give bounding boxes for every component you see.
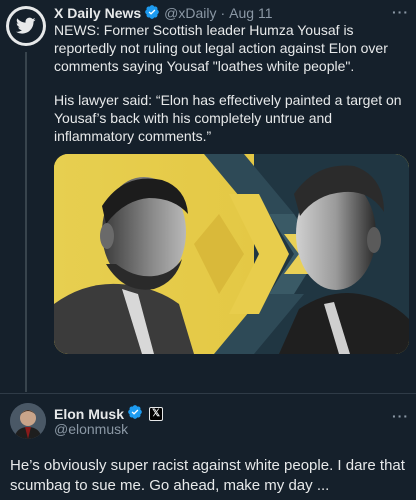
more-options-icon[interactable]: ··· xyxy=(392,4,409,20)
more-options-icon[interactable]: ··· xyxy=(392,408,409,424)
dot-separator: · xyxy=(220,5,226,21)
x-affiliate-badge-icon: 𝕏 xyxy=(149,406,164,421)
post-date[interactable]: Aug 11 xyxy=(229,5,272,21)
elon-musk-avatar[interactable] xyxy=(10,403,46,439)
post-text-2: He’s obviously super racist against whit… xyxy=(10,457,405,494)
author-name[interactable]: X Daily News xyxy=(54,5,141,21)
post-paragraph-2: His lawyer said: “Elon has effectively p… xyxy=(54,92,402,144)
verified-badge-icon xyxy=(127,404,143,423)
post-paragraph-1: NEWS: Former Scottish leader Humza Yousa… xyxy=(54,22,388,74)
post-x-daily-news[interactable]: X Daily News @xDaily · Aug 11 ··· NEWS: … xyxy=(0,0,416,392)
x-daily-avatar[interactable] xyxy=(6,6,46,46)
thread-connector-line xyxy=(25,52,27,392)
portrait-composite-image xyxy=(54,154,409,354)
author-name-2[interactable]: Elon Musk xyxy=(54,406,124,422)
verified-badge-icon xyxy=(144,4,160,23)
author-handle-2[interactable]: @elonmusk xyxy=(54,421,128,437)
post-text: NEWS: Former Scottish leader Humza Yousa… xyxy=(54,21,404,145)
author-handle[interactable]: @xDaily xyxy=(164,5,216,21)
post-header: X Daily News @xDaily · Aug 11 xyxy=(54,4,273,22)
twitter-bird-icon xyxy=(9,9,43,43)
post-image[interactable] xyxy=(54,154,409,354)
post-elon-musk[interactable]: Elon Musk 𝕏 ··· @elonmusk He’s obviously… xyxy=(0,394,416,500)
